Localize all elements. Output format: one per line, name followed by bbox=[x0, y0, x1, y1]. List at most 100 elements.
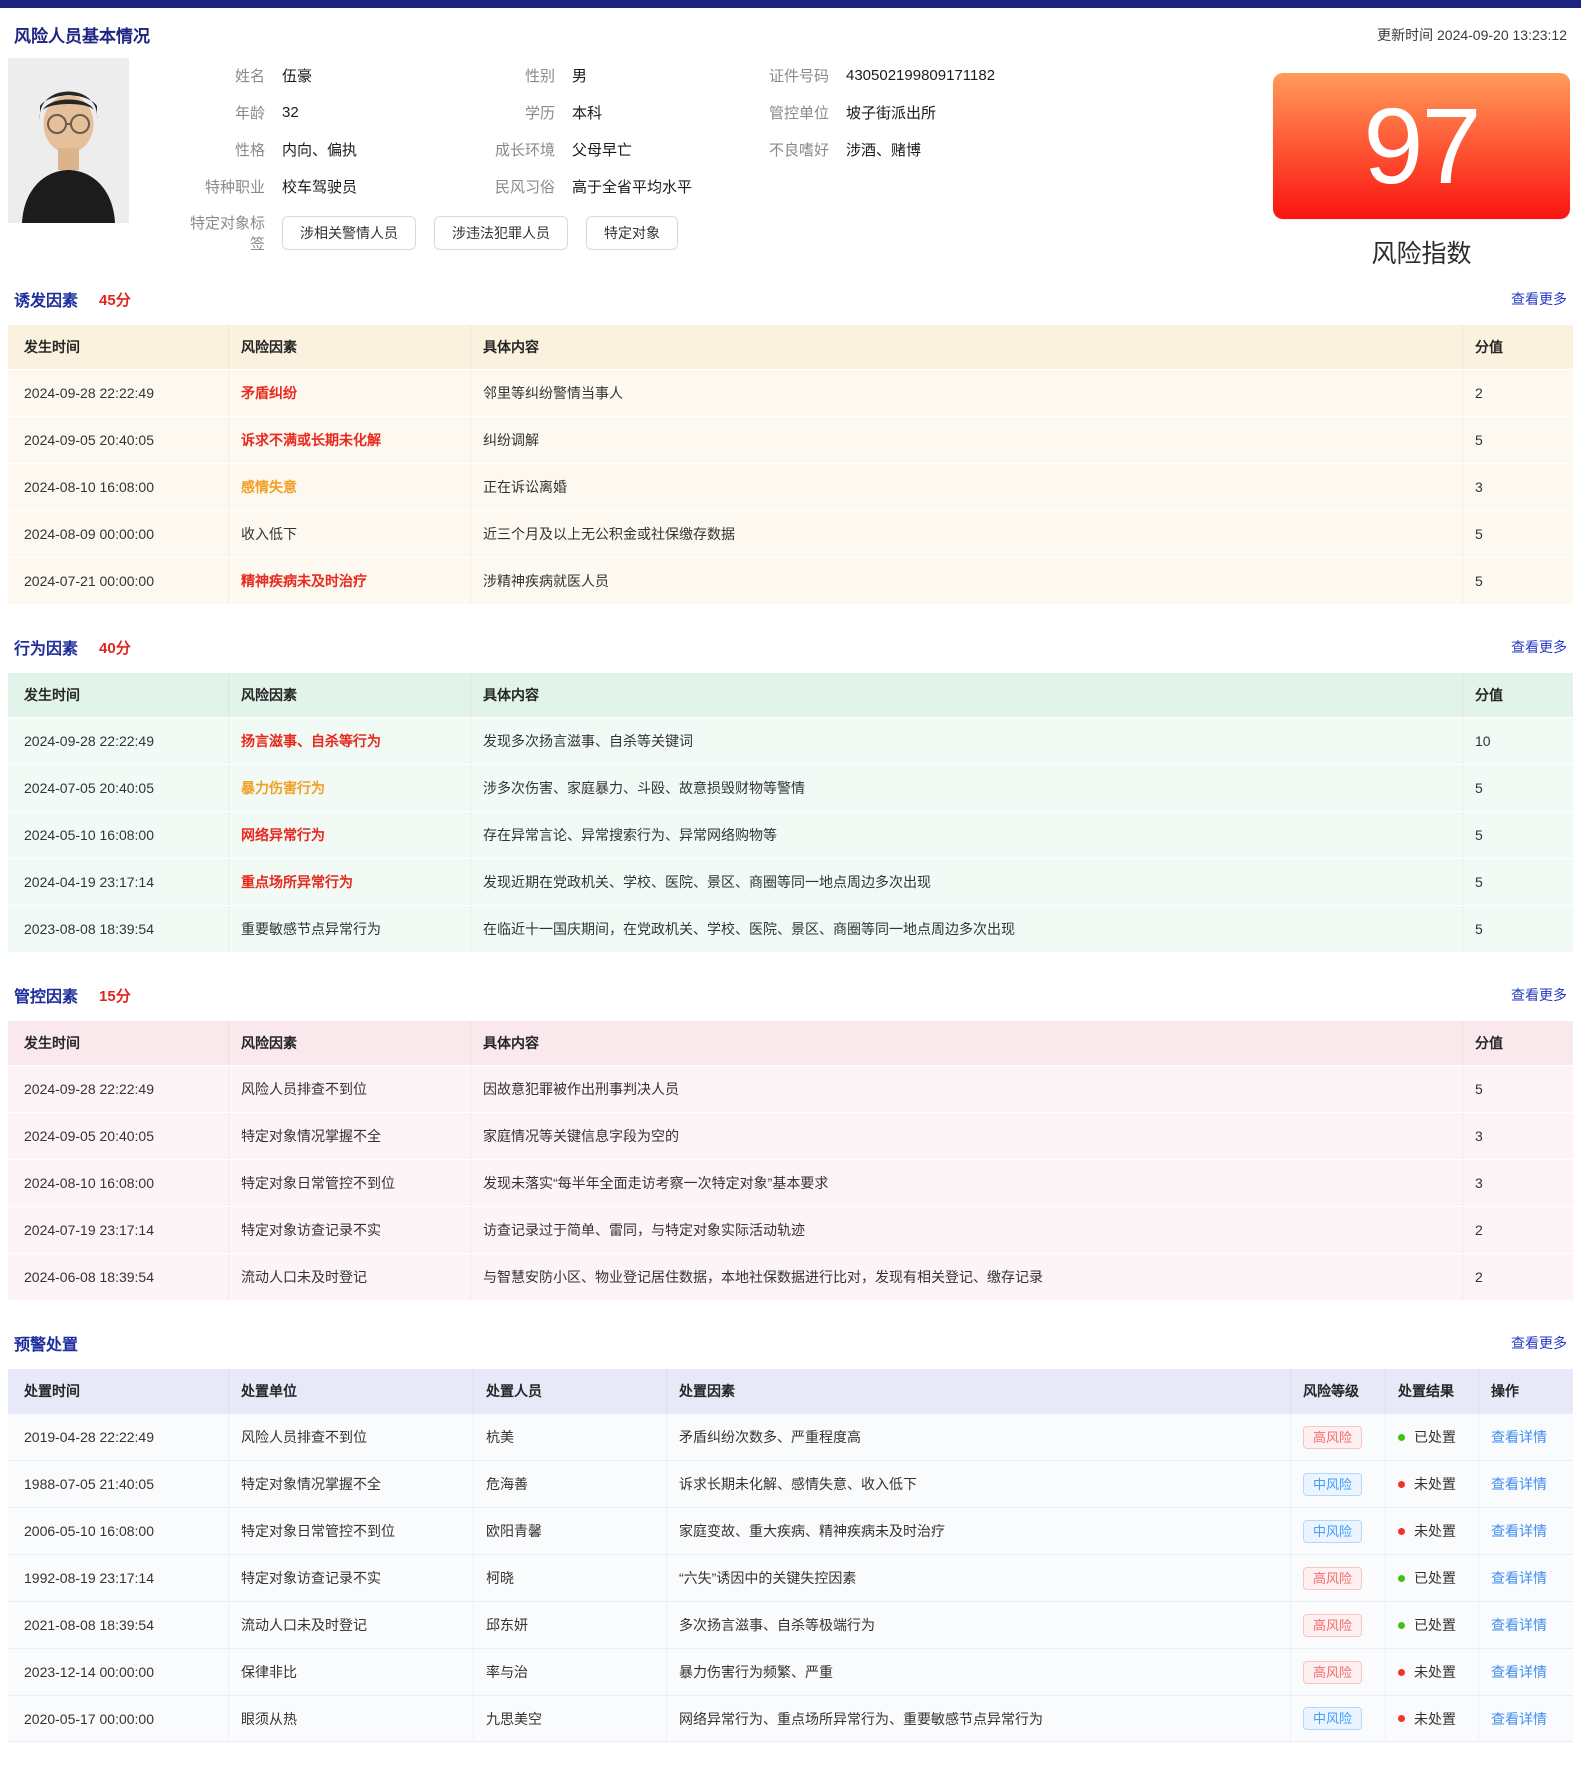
section-score: 45分 bbox=[99, 289, 131, 310]
profile-section: 姓名伍豪性别男证件号码430502199809171182年龄32学历本科管控单… bbox=[8, 58, 1573, 256]
column-header: 风险因素 bbox=[228, 325, 470, 369]
cell-action: 查看详情 bbox=[1478, 1649, 1573, 1695]
cell-time: 2024-09-28 22:22:49 bbox=[8, 1066, 228, 1112]
cell-unit: 眼须从热 bbox=[228, 1696, 473, 1741]
column-header: 处置因素 bbox=[666, 1369, 1290, 1413]
column-header: 发生时间 bbox=[8, 325, 228, 369]
cell-time: 2023-12-14 00:00:00 bbox=[8, 1649, 228, 1695]
view-more-link[interactable]: 查看更多 bbox=[1511, 289, 1567, 309]
cell-person: 欧阳青馨 bbox=[473, 1508, 666, 1554]
cell-result: 未处置 bbox=[1385, 1696, 1478, 1741]
column-header: 分值 bbox=[1462, 673, 1573, 717]
field-value: 伍豪 bbox=[282, 65, 312, 86]
cell-score: 3 bbox=[1462, 1113, 1573, 1159]
cell-time: 2024-07-21 00:00:00 bbox=[8, 558, 228, 604]
cell-unit: 特定对象访查记录不实 bbox=[228, 1555, 473, 1601]
cell-time: 2024-09-28 22:22:49 bbox=[8, 370, 228, 416]
section-score: 40分 bbox=[99, 637, 131, 658]
cell-content: 发现近期在党政机关、学校、医院、景区、商圈等同一地点周边多次出现 bbox=[470, 859, 1462, 905]
cell-score: 5 bbox=[1462, 511, 1573, 557]
disposal-table: 处置时间处置单位处置人员处置因素风险等级处置结果操作2019-04-28 22:… bbox=[8, 1369, 1573, 1742]
cell-factor: 矛盾纠纷次数多、严重程度高 bbox=[666, 1414, 1290, 1460]
field-value: 坡子街派出所 bbox=[846, 102, 936, 123]
special-tag[interactable]: 特定对象 bbox=[586, 216, 678, 250]
cell-content: 与智慧安防小区、物业登记居住数据，本地社保数据进行比对，发现有相关登记、缴存记录 bbox=[470, 1254, 1462, 1300]
view-more-link[interactable]: 查看更多 bbox=[1511, 637, 1567, 657]
risk-level-badge: 高风险 bbox=[1303, 1614, 1362, 1637]
profile-field: 成长环境父母早亡 bbox=[465, 137, 743, 161]
special-tag[interactable]: 涉违法犯罪人员 bbox=[434, 216, 568, 250]
risk-level-badge: 高风险 bbox=[1303, 1661, 1362, 1684]
column-header: 处置单位 bbox=[228, 1369, 473, 1413]
special-tag[interactable]: 涉相关警情人员 bbox=[282, 216, 416, 250]
cell-score: 2 bbox=[1462, 1254, 1573, 1300]
field-value: 本科 bbox=[572, 102, 602, 123]
cell-unit: 特定对象情况掌握不全 bbox=[228, 1461, 473, 1507]
cell-risk-factor: 特定对象情况掌握不全 bbox=[228, 1113, 470, 1159]
cell-score: 5 bbox=[1462, 859, 1573, 905]
field-value: 父母早亡 bbox=[572, 139, 632, 160]
cell-action: 查看详情 bbox=[1478, 1508, 1573, 1554]
cell-risk-level: 中风险 bbox=[1290, 1508, 1385, 1554]
risk-level-badge: 高风险 bbox=[1303, 1567, 1362, 1590]
cell-risk-factor: 流动人口未及时登记 bbox=[228, 1254, 470, 1300]
tags-label: 特定对象标签 bbox=[179, 212, 265, 254]
cell-time: 2021-08-08 18:39:54 bbox=[8, 1602, 228, 1648]
cell-risk-factor: 诉求不满或长期未化解 bbox=[228, 417, 470, 463]
field-label: 成长环境 bbox=[465, 139, 555, 160]
cell-action: 查看详情 bbox=[1478, 1461, 1573, 1507]
cell-time: 2024-07-05 20:40:05 bbox=[8, 765, 228, 811]
status-dot-icon bbox=[1398, 1715, 1405, 1722]
risk-person-page: 风险人员基本情况 更新时间 2024-09-20 13:23:12 姓名伍豪性别… bbox=[0, 22, 1581, 1742]
cell-risk-factor: 感情失意 bbox=[228, 464, 470, 510]
result-text: 已处置 bbox=[1414, 1427, 1456, 1447]
result-text: 已处置 bbox=[1414, 1615, 1456, 1635]
cell-time: 2019-04-28 22:22:49 bbox=[8, 1414, 228, 1460]
cell-time: 1988-07-05 21:40:05 bbox=[8, 1461, 228, 1507]
cell-person: 危海善 bbox=[473, 1461, 666, 1507]
cell-factor: 暴力伤害行为频繁、严重 bbox=[666, 1649, 1290, 1695]
cell-risk-factor: 重要敏感节点异常行为 bbox=[228, 906, 470, 952]
field-label: 性格 bbox=[179, 139, 265, 160]
view-detail-link[interactable]: 查看详情 bbox=[1491, 1474, 1547, 1494]
section-title: 预警处置 bbox=[14, 1331, 78, 1355]
view-detail-link[interactable]: 查看详情 bbox=[1491, 1521, 1547, 1541]
cell-result: 已处置 bbox=[1385, 1555, 1478, 1601]
column-header: 具体内容 bbox=[470, 673, 1462, 717]
cell-score: 10 bbox=[1462, 718, 1573, 764]
field-label: 特种职业 bbox=[179, 176, 265, 197]
status-dot-icon bbox=[1398, 1669, 1405, 1676]
factor-table: 发生时间风险因素具体内容分值2024-09-28 22:22:49扬言滋事、自杀… bbox=[8, 673, 1573, 952]
table-row: 2024-07-19 23:17:14特定对象访查记录不实访查记录过于简单、雷同… bbox=[8, 1206, 1573, 1253]
cell-time: 2024-09-05 20:40:05 bbox=[8, 417, 228, 463]
result-text: 未处置 bbox=[1414, 1521, 1456, 1541]
column-header: 处置结果 bbox=[1385, 1369, 1478, 1413]
cell-score: 5 bbox=[1462, 812, 1573, 858]
tags-list: 涉相关警情人员涉违法犯罪人员特定对象 bbox=[265, 216, 678, 250]
cell-risk-level: 高风险 bbox=[1290, 1555, 1385, 1601]
cell-time: 2024-05-10 16:08:00 bbox=[8, 812, 228, 858]
view-detail-link[interactable]: 查看详情 bbox=[1491, 1568, 1547, 1588]
cell-content: 正在诉讼离婚 bbox=[470, 464, 1462, 510]
person-portrait-image bbox=[8, 58, 129, 223]
cell-person: 九思美空 bbox=[473, 1696, 666, 1741]
view-detail-link[interactable]: 查看详情 bbox=[1491, 1662, 1547, 1682]
table-row: 2024-06-08 18:39:54流动人口未及时登记与智慧安防小区、物业登记… bbox=[8, 1253, 1573, 1300]
cell-risk-level: 高风险 bbox=[1290, 1649, 1385, 1695]
cell-unit: 流动人口未及时登记 bbox=[228, 1602, 473, 1648]
view-detail-link[interactable]: 查看详情 bbox=[1491, 1427, 1547, 1447]
view-more-link[interactable]: 查看更多 bbox=[1511, 985, 1567, 1005]
cell-content: 涉精神疾病就医人员 bbox=[470, 558, 1462, 604]
view-detail-link[interactable]: 查看详情 bbox=[1491, 1709, 1547, 1729]
cell-score: 5 bbox=[1462, 765, 1573, 811]
view-more-link[interactable]: 查看更多 bbox=[1511, 1333, 1567, 1353]
table-row: 2006-05-10 16:08:00特定对象日常管控不到位欧阳青馨家庭变故、重… bbox=[8, 1507, 1573, 1554]
table-row: 2024-09-28 22:22:49风险人员排查不到位因故意犯罪被作出刑事判决… bbox=[8, 1065, 1573, 1112]
page-header: 风险人员基本情况 更新时间 2024-09-20 13:23:12 bbox=[8, 22, 1573, 47]
view-detail-link[interactable]: 查看详情 bbox=[1491, 1615, 1547, 1635]
cell-time: 2024-09-05 20:40:05 bbox=[8, 1113, 228, 1159]
cell-time: 2024-08-10 16:08:00 bbox=[8, 464, 228, 510]
cell-risk-level: 中风险 bbox=[1290, 1696, 1385, 1741]
cell-content: 家庭情况等关键信息字段为空的 bbox=[470, 1113, 1462, 1159]
cell-content: 发现未落实“每半年全面走访考察一次特定对象”基本要求 bbox=[470, 1160, 1462, 1206]
